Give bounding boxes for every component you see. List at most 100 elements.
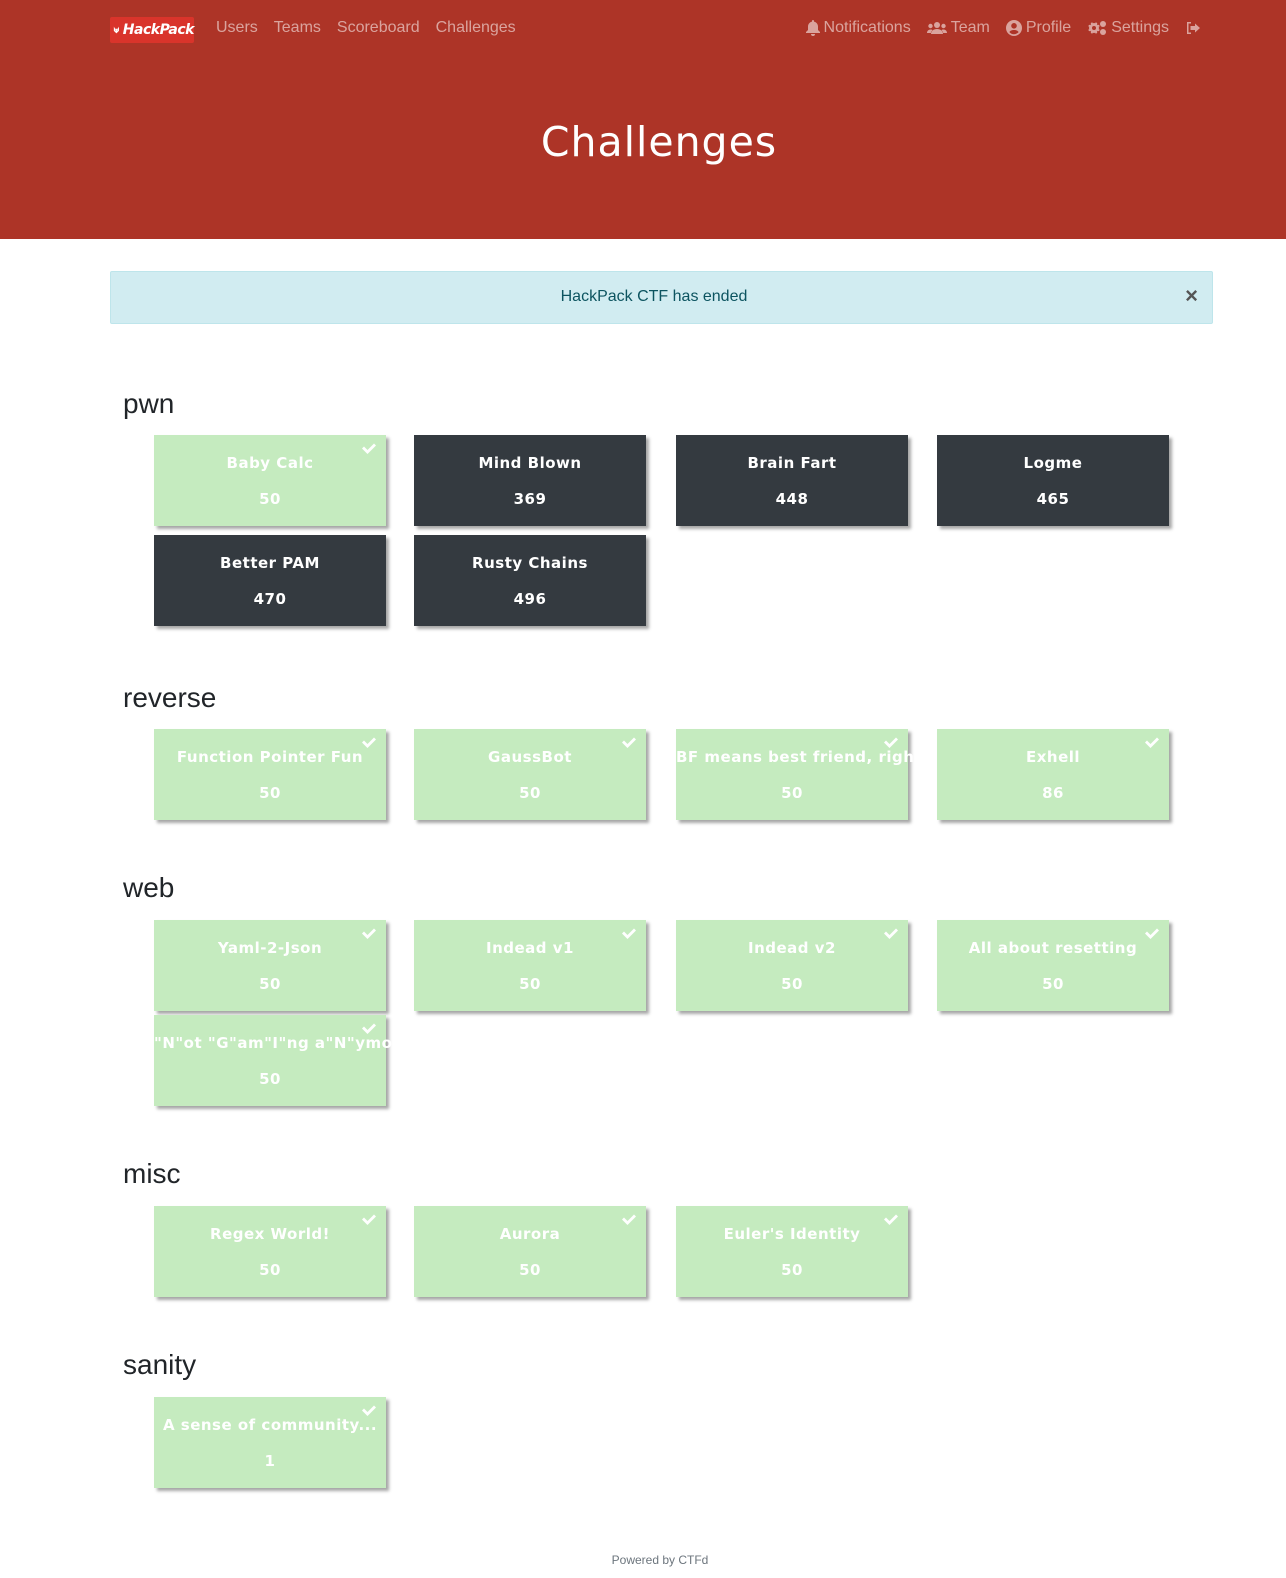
- challenge-card[interactable]: BF means best friend, right? 50: [676, 729, 932, 820]
- challenge-card[interactable]: GaussBot 50: [414, 729, 646, 820]
- nav-left: Users Teams Scoreboard Challenges: [216, 18, 516, 38]
- challenge-points: 50: [259, 490, 281, 508]
- nav-notifications[interactable]: Notifications: [805, 18, 911, 38]
- solved-check-icon: [884, 1214, 898, 1225]
- challenge-name: Better PAM: [220, 554, 320, 572]
- solved-check-icon: [362, 1214, 376, 1225]
- solved-check-icon: [622, 928, 636, 939]
- challenge-card[interactable]: Indead v1 50: [414, 920, 646, 1011]
- solved-check-icon: [362, 443, 376, 454]
- challenge-card[interactable]: Better PAM 470: [154, 535, 386, 626]
- solved-check-icon: [1145, 928, 1159, 939]
- nav-profile[interactable]: Profile: [1005, 18, 1072, 38]
- challenge-name: Euler's Identity: [723, 1225, 861, 1243]
- challenge-name: Mind Blown: [478, 454, 582, 472]
- challenge-name: Regex World!: [210, 1225, 330, 1243]
- footer-powered-by: Powered by CTFd: [611, 1553, 709, 1567]
- challenge-card[interactable]: A sense of community... 1: [154, 1397, 386, 1488]
- user-circle-icon: [1005, 20, 1022, 36]
- page-header: Challenges: [0, 56, 1286, 239]
- challenge-name: Indead v1: [486, 939, 574, 957]
- challenge-card[interactable]: Regex World! 50: [154, 1206, 386, 1297]
- challenge-name: GaussBot: [488, 748, 572, 766]
- solved-check-icon: [622, 1214, 636, 1225]
- category-title-sanity: sanity: [123, 1349, 197, 1380]
- challenge-card[interactable]: Indead v2 50: [676, 920, 908, 1011]
- users-icon: [926, 22, 947, 34]
- challenge-name: Rusty Chains: [472, 554, 588, 572]
- challenge-name: Aurora: [499, 1225, 561, 1243]
- challenge-points: 50: [259, 1070, 281, 1088]
- brand-logo[interactable]: HackPack: [110, 17, 195, 43]
- challenge-name: Brain Fart: [747, 454, 837, 472]
- challenge-name: All about resetting: [968, 939, 1138, 957]
- challenge-points: 50: [781, 1261, 803, 1279]
- challenge-points: 50: [259, 1261, 281, 1279]
- cogs-icon: [1088, 21, 1107, 35]
- challenge-name: Indead v2: [748, 939, 836, 957]
- challenge-points: 50: [781, 975, 803, 993]
- challenge-points: 50: [259, 784, 281, 802]
- ended-alert: HackPack CTF has ended ×: [110, 271, 1213, 324]
- solved-check-icon: [362, 737, 376, 748]
- solved-check-icon: [1145, 737, 1159, 748]
- solved-check-icon: [884, 737, 898, 748]
- category-title-web: web: [123, 872, 175, 903]
- challenge-card[interactable]: Brain Fart 448: [676, 435, 908, 526]
- nav-settings-label: Settings: [1111, 19, 1169, 36]
- challenge-card[interactable]: Function Pointer Fun 50: [154, 729, 386, 820]
- sign-out-icon: [1187, 22, 1200, 34]
- challenge-points: 50: [519, 784, 541, 802]
- challenge-card[interactable]: Exhell 86: [937, 729, 1169, 820]
- challenge-points: 50: [781, 784, 803, 802]
- challenge-name: Exhell: [1025, 748, 1081, 766]
- challenge-points: 86: [1042, 784, 1064, 802]
- nav-link-teams[interactable]: Teams: [274, 18, 321, 38]
- challenge-points: 465: [1036, 490, 1070, 508]
- challenge-name: Logme: [1023, 454, 1083, 472]
- challenge-name: Yaml-2-Json: [217, 939, 323, 957]
- challenge-name: BF means best friend, right?: [676, 748, 932, 766]
- challenge-card[interactable]: Euler's Identity 50: [676, 1206, 908, 1297]
- challenge-card[interactable]: "N"ot "G"am"I"ng a"N"ymore 50: [154, 1015, 411, 1106]
- challenge-points: 1: [264, 1452, 276, 1470]
- alert-message: HackPack CTF has ended: [560, 288, 748, 305]
- nav-team[interactable]: Team: [926, 18, 990, 38]
- solved-check-icon: [362, 1405, 376, 1416]
- challenge-points: 470: [253, 590, 287, 608]
- bell-icon: [805, 20, 820, 36]
- solved-check-icon: [884, 928, 898, 939]
- challenge-points: 369: [513, 490, 547, 508]
- nav-team-label: Team: [950, 19, 990, 36]
- brand-name: HackPack: [122, 22, 195, 38]
- challenge-points: 50: [259, 975, 281, 993]
- nav-profile-label: Profile: [1025, 19, 1072, 36]
- nav-link-challenges[interactable]: Challenges: [436, 18, 516, 38]
- challenge-card[interactable]: Mind Blown 369: [414, 435, 646, 526]
- challenge-card[interactable]: Rusty Chains 496: [414, 535, 646, 626]
- nav-link-users[interactable]: Users: [216, 18, 258, 38]
- challenge-card[interactable]: Aurora 50: [414, 1206, 646, 1297]
- nav-settings[interactable]: Settings: [1087, 18, 1169, 38]
- nav-logout[interactable]: [1185, 21, 1201, 35]
- solved-check-icon: [362, 1023, 376, 1034]
- challenge-points: 50: [519, 975, 541, 993]
- challenge-card[interactable]: All about resetting 50: [937, 920, 1169, 1011]
- alert-close-button[interactable]: ×: [1185, 284, 1198, 308]
- challenge-points: 448: [775, 490, 809, 508]
- challenge-points: 496: [513, 590, 547, 608]
- challenge-points: 50: [519, 1261, 541, 1279]
- page-title: Challenges: [540, 118, 778, 166]
- challenge-card[interactable]: Baby Calc 50: [154, 435, 386, 526]
- solved-check-icon: [362, 928, 376, 939]
- solved-check-icon: [622, 737, 636, 748]
- challenge-name: Function Pointer Fun: [176, 748, 364, 766]
- nav-right: Notifications Team Profile Settings: [805, 18, 1201, 38]
- challenge-card[interactable]: Logme 465: [937, 435, 1169, 526]
- nav-link-scoreboard[interactable]: Scoreboard: [337, 18, 420, 38]
- category-title-reverse: reverse: [123, 682, 217, 713]
- category-title-pwn: pwn: [123, 388, 175, 419]
- category-title-misc: misc: [123, 1158, 181, 1189]
- challenge-card[interactable]: Yaml-2-Json 50: [154, 920, 386, 1011]
- nav-notifications-label: Notifications: [823, 19, 911, 36]
